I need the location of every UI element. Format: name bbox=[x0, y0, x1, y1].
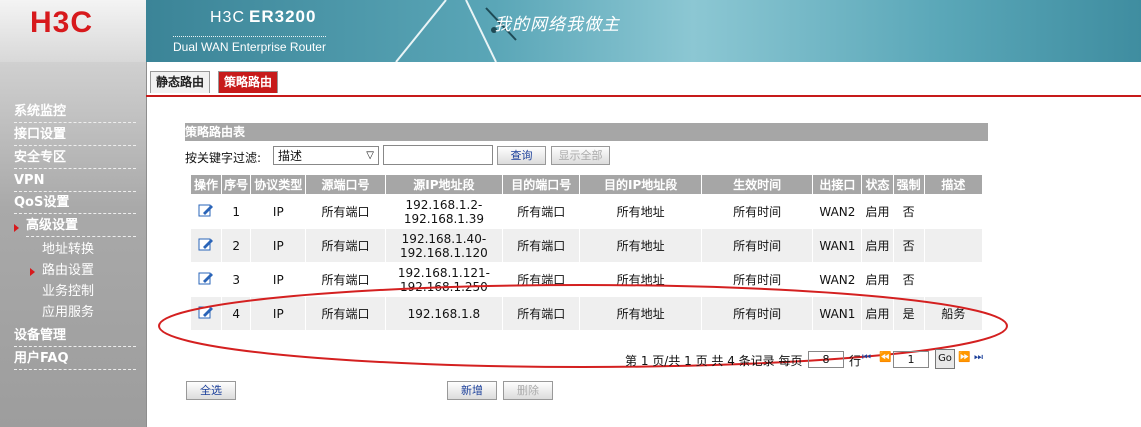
col-header-dst-ip: 目的IP地址段 bbox=[580, 175, 701, 194]
col-header-seq: 序号 bbox=[222, 175, 251, 194]
nav-item-interface-settings[interactable]: 接口设置 bbox=[14, 125, 136, 146]
nav-item-device-management[interactable]: 设备管理 bbox=[14, 326, 136, 347]
tab-policy-route[interactable]: 策略路由 bbox=[218, 71, 279, 93]
col-header-out-if: 出接口 bbox=[813, 175, 862, 194]
cell-seq: 2 bbox=[222, 229, 251, 262]
keyword-input[interactable] bbox=[383, 145, 493, 165]
table-header-row: 操作 序号 协议类型 源端口号 源IP地址段 目的端口号 目的IP地址段 生效时… bbox=[191, 175, 982, 194]
nav-sub-app-services[interactable]: 应用服务 bbox=[42, 303, 136, 323]
cell-dst-ip: 所有地址 bbox=[580, 229, 701, 262]
src-ip-line-2: 192.168.1.39 bbox=[403, 211, 484, 226]
first-page-icon[interactable]: ⏮ bbox=[862, 352, 871, 363]
cell-src-port: 所有端口 bbox=[306, 195, 385, 228]
cell-status: 启用 bbox=[862, 195, 893, 228]
col-header-action: 操作 bbox=[191, 175, 222, 194]
tab-bar: 静态路由 策略路由 bbox=[146, 70, 1141, 97]
search-button[interactable]: 查询 bbox=[497, 146, 546, 165]
src-ip-line-1: 192.168.1.40- bbox=[401, 231, 487, 246]
show-all-button[interactable]: 显示全部 bbox=[551, 146, 610, 165]
header-banner: H3C ER3200 Dual WAN Enterprise Router 我的网… bbox=[146, 0, 1141, 62]
cell-dst-ip: 所有地址 bbox=[580, 195, 701, 228]
nav-item-system-monitor[interactable]: 系统监控 bbox=[14, 102, 136, 123]
cell-time: 所有时间 bbox=[701, 195, 813, 228]
product-model: ER3200 bbox=[249, 7, 317, 26]
cell-seq: 1 bbox=[222, 195, 251, 228]
src-ip-line-1: 192.168.1.2- bbox=[405, 197, 483, 212]
tab-static-route[interactable]: 静态路由 bbox=[150, 71, 211, 93]
slogan: 我的网络我做主 bbox=[494, 15, 620, 35]
filter-select-value: 描述 bbox=[278, 149, 303, 163]
src-ip-line-2: 192.168.1.120 bbox=[400, 245, 488, 260]
src-ip-line-1: 192.168.1.121- bbox=[397, 265, 490, 280]
cell-src-ip: 192.168.1.2- 192.168.1.39 bbox=[385, 195, 503, 228]
cell-dst-port: 所有端口 bbox=[503, 195, 580, 228]
col-header-time: 生效时间 bbox=[701, 175, 813, 194]
col-header-status: 状态 bbox=[862, 175, 893, 194]
cell-desc bbox=[924, 229, 982, 262]
nav-item-qos[interactable]: QoS设置 bbox=[14, 193, 136, 214]
cell-desc bbox=[924, 195, 982, 228]
per-page-input[interactable]: 8 bbox=[808, 351, 844, 368]
cell-protocol: IP bbox=[251, 229, 306, 262]
nav-item-advanced[interactable]: 高级设置 bbox=[26, 216, 136, 237]
chevron-down-icon: ▽ bbox=[366, 150, 374, 161]
nav-item-vpn[interactable]: VPN bbox=[14, 171, 136, 192]
edit-icon[interactable] bbox=[198, 236, 214, 255]
select-all-button[interactable]: 全选 bbox=[186, 381, 236, 400]
cell-out-if: WAN2 bbox=[813, 195, 862, 228]
edit-icon[interactable] bbox=[198, 202, 214, 221]
cell-action bbox=[191, 229, 222, 262]
filter-label: 按关键字过滤: bbox=[185, 151, 262, 165]
cell-force: 否 bbox=[893, 195, 924, 228]
next-page-icon[interactable]: ⏩ bbox=[958, 352, 970, 363]
product-brand: H3C bbox=[210, 9, 246, 26]
prev-page-icon[interactable]: ⏪ bbox=[879, 352, 891, 363]
delete-button[interactable]: 删除 bbox=[503, 381, 553, 400]
nav-item-security[interactable]: 安全专区 bbox=[14, 148, 136, 169]
active-arrow-icon bbox=[14, 224, 19, 232]
nav-item-user-faq[interactable]: 用户FAQ bbox=[14, 349, 136, 370]
table-row: 1 IP 所有端口 192.168.1.2- 192.168.1.39 所有端口 … bbox=[191, 195, 982, 228]
col-header-protocol: 协议类型 bbox=[251, 175, 306, 194]
col-header-dst-port: 目的端口号 bbox=[503, 175, 580, 194]
cell-force: 否 bbox=[893, 229, 924, 262]
product-subtitle: Dual WAN Enterprise Router bbox=[173, 36, 326, 54]
last-page-icon[interactable]: ⏭ bbox=[974, 352, 983, 363]
page-number-input[interactable]: 1 bbox=[893, 351, 929, 368]
cell-action bbox=[191, 195, 222, 228]
col-header-force: 强制 bbox=[893, 175, 924, 194]
add-button[interactable]: 新增 bbox=[447, 381, 497, 400]
cell-protocol: IP bbox=[251, 195, 306, 228]
active-sub-arrow-icon bbox=[30, 268, 35, 276]
left-nav: 系统监控 接口设置 安全专区 VPN QoS设置 高级设置 地址转换 路由设置 … bbox=[0, 62, 147, 427]
cell-dst-port: 所有端口 bbox=[503, 229, 580, 262]
nav-sub-routing[interactable]: 路由设置 bbox=[42, 261, 136, 281]
pager-summary: 第 1 页/共 1 页 共 4 条记录 每页 bbox=[625, 354, 803, 368]
filter-select[interactable]: 描述 ▽ bbox=[273, 146, 379, 165]
nav-sub-service-control[interactable]: 业务控制 bbox=[42, 282, 136, 302]
cell-time: 所有时间 bbox=[701, 229, 813, 262]
nav-sub-nat[interactable]: 地址转换 bbox=[42, 240, 136, 260]
col-header-src-port: 源端口号 bbox=[306, 175, 385, 194]
section-title: 策略路由表 bbox=[185, 123, 988, 141]
cell-src-port: 所有端口 bbox=[306, 229, 385, 262]
col-header-desc: 描述 bbox=[924, 175, 982, 194]
product-name: H3C ER3200 bbox=[210, 7, 316, 27]
cell-src-ip: 192.168.1.40- 192.168.1.120 bbox=[385, 229, 503, 262]
cell-status: 启用 bbox=[862, 229, 893, 262]
table-row: 2 IP 所有端口 192.168.1.40- 192.168.1.120 所有端… bbox=[191, 229, 982, 262]
logo-area: H3C bbox=[0, 0, 147, 62]
cell-out-if: WAN1 bbox=[813, 229, 862, 262]
go-button[interactable]: Go bbox=[935, 349, 955, 369]
pager-rows-suffix: 行 bbox=[849, 354, 862, 368]
h3c-logo: H3C bbox=[30, 6, 94, 39]
col-header-src-ip: 源IP地址段 bbox=[385, 175, 503, 194]
